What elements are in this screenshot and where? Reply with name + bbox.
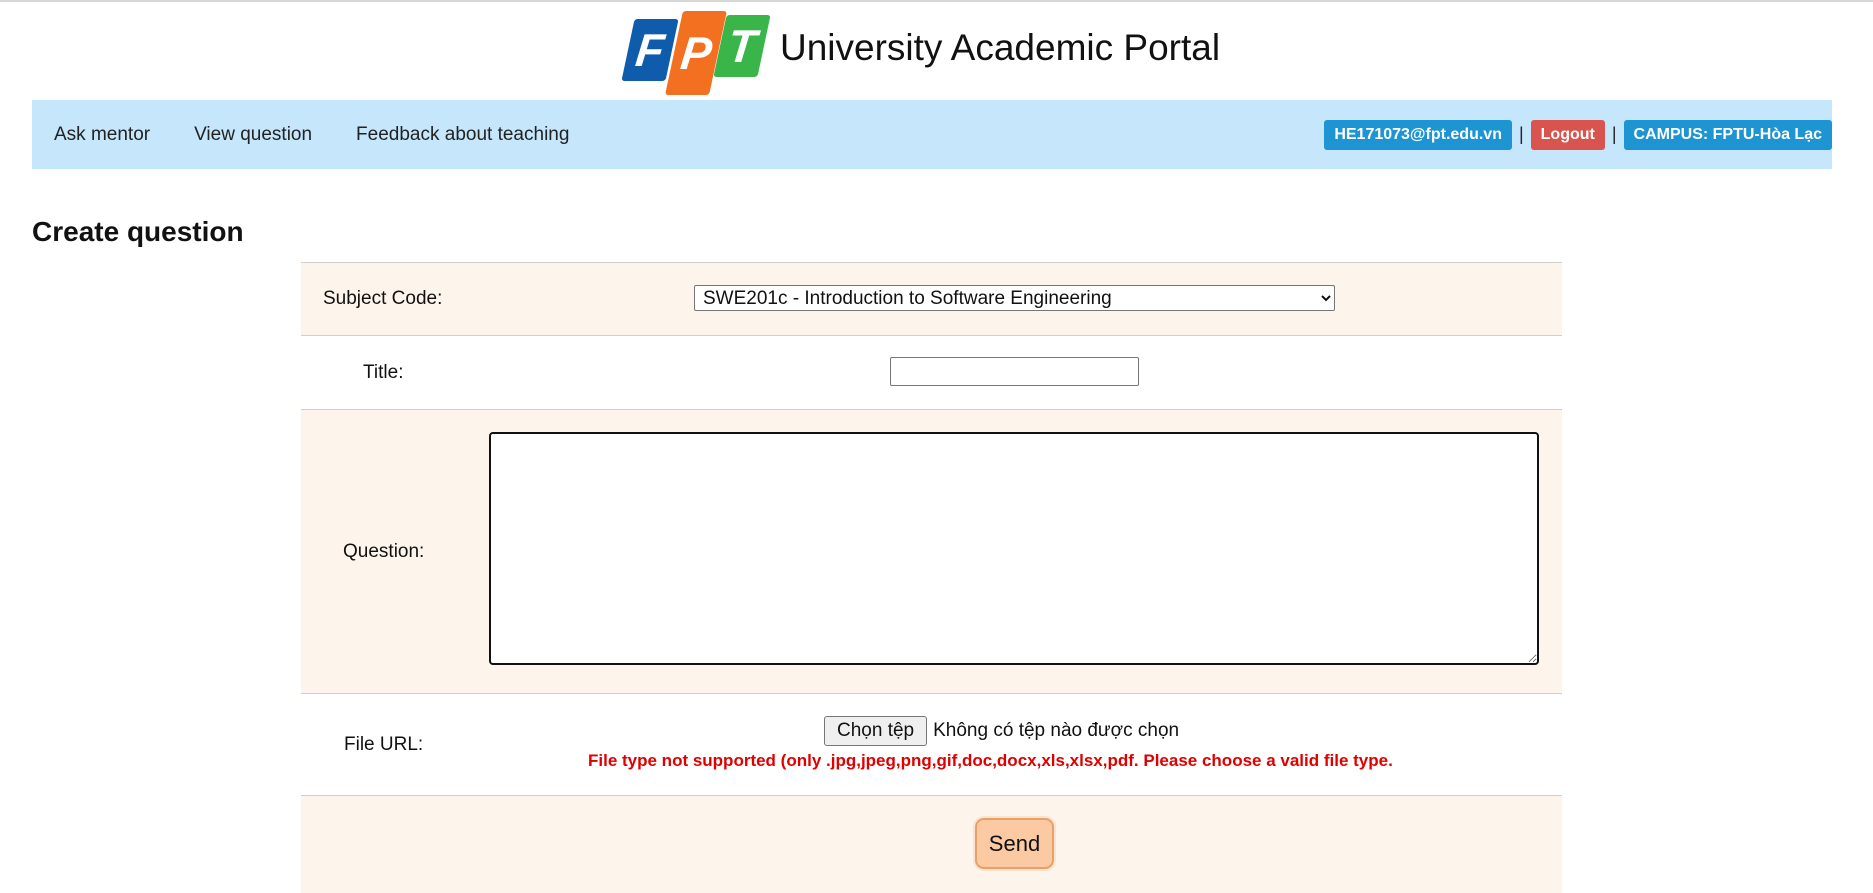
nav-ask-mentor[interactable]: Ask mentor: [54, 124, 150, 146]
subject-code-label: Subject Code:: [323, 288, 443, 309]
file-type-error: File type not supported (only .jpg,jpeg,…: [588, 751, 1393, 770]
question-textarea[interactable]: [489, 432, 1539, 665]
portal-header: F P T University Academic Portal: [621, 8, 1221, 95]
question-label: Question:: [343, 541, 425, 562]
file-picker: Chọn tệp Không có tệp nào được chọn: [824, 716, 1179, 746]
title-input[interactable]: [890, 357, 1139, 386]
nav-separator: |: [1518, 124, 1524, 144]
nav-view-question[interactable]: View question: [194, 124, 312, 146]
question-row: Question:: [301, 409, 1562, 693]
fpt-logo: F P T: [621, 1, 771, 95]
user-controls: HE171073@fpt.edu.vn | Logout | CAMPUS: F…: [1324, 100, 1832, 169]
logout-button[interactable]: Logout: [1530, 119, 1605, 150]
nav-separator: |: [1611, 124, 1617, 144]
page-title: Create question: [32, 216, 244, 247]
subject-row: Subject Code: SWE201c - Introduction to …: [301, 262, 1562, 335]
subject-code-select[interactable]: SWE201c - Introduction to Software Engin…: [694, 285, 1335, 311]
choose-file-button[interactable]: Chọn tệp: [824, 716, 928, 746]
nav-feedback-teaching[interactable]: Feedback about teaching: [356, 124, 569, 146]
top-border: [0, 0, 1873, 2]
title-row: Title:: [301, 335, 1562, 409]
top-navbar: Ask mentor View question Feedback about …: [32, 100, 1832, 169]
campus-badge[interactable]: CAMPUS: FPTU-Hòa Lạc: [1623, 119, 1832, 150]
send-row: Send: [301, 795, 1562, 893]
portal-title: University Academic Portal: [780, 27, 1221, 68]
send-button[interactable]: Send: [975, 818, 1054, 869]
title-label: Title:: [363, 362, 404, 383]
create-question-form: Subject Code: SWE201c - Introduction to …: [301, 262, 1562, 893]
user-email-badge[interactable]: HE171073@fpt.edu.vn: [1324, 119, 1512, 150]
file-row: File URL: Chọn tệp Không có tệp nào được…: [301, 693, 1562, 795]
file-status-text: Không có tệp nào được chọn: [933, 720, 1180, 741]
file-url-label: File URL:: [344, 734, 424, 755]
